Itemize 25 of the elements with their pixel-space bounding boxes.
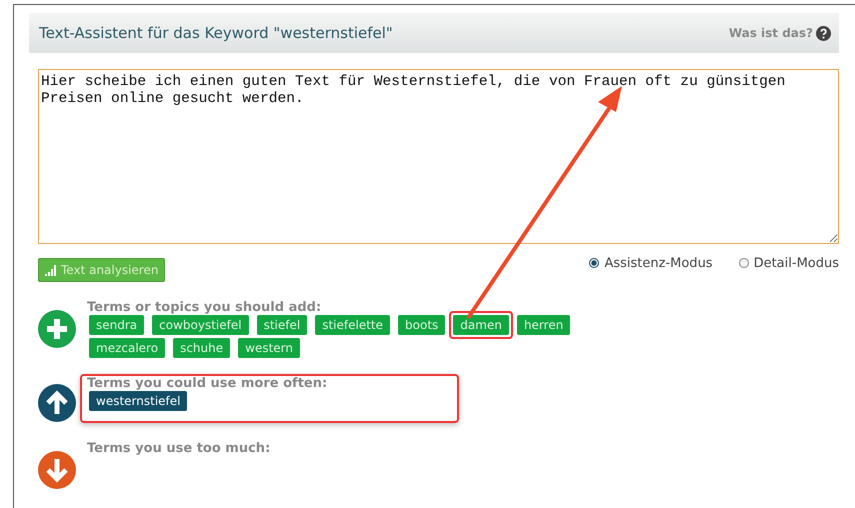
- text-input[interactable]: Hier scheibe ich einen guten Text für Westernstiefel, die von Frauen oft zu günsitgen Preisen online gesucht werden.: [38, 69, 839, 244]
- section-title: Terms you could use more often:: [87, 376, 328, 391]
- mode-label[interactable]: Assistenz-Modus: [604, 256, 713, 270]
- panel-title: Text-Assistent für das Keyword "westernstiefel": [39, 24, 393, 42]
- term-tag[interactable]: schuhe: [173, 338, 230, 358]
- term-tag[interactable]: damen: [453, 315, 509, 335]
- term-tag[interactable]: western: [238, 338, 300, 358]
- term-tag[interactable]: stiefelette: [315, 315, 390, 335]
- radio-button[interactable]: [738, 258, 749, 268]
- help-icon: [816, 26, 831, 40]
- plus-icon: [38, 310, 76, 348]
- term-tag[interactable]: westernstiefel: [89, 391, 188, 411]
- help-link[interactable]: Was ist das?: [728, 26, 831, 40]
- signal-bars-icon: [45, 264, 57, 276]
- analyze-button[interactable]: Text analysieren: [38, 258, 166, 282]
- term-tag[interactable]: stiefel: [256, 315, 308, 335]
- term-tag[interactable]: sendra: [89, 315, 144, 335]
- term-tag[interactable]: herren: [516, 315, 570, 335]
- term-tag[interactable]: mezcalero: [89, 338, 166, 358]
- term-tag[interactable]: boots: [398, 315, 446, 335]
- section-title: Terms you use too much:: [87, 441, 272, 456]
- section-title: Terms or topics you should add:: [87, 300, 322, 315]
- mode-label[interactable]: Detail-Modus: [754, 256, 839, 270]
- radio-button[interactable]: [589, 258, 600, 268]
- term-tag[interactable]: cowboystiefel: [152, 315, 249, 335]
